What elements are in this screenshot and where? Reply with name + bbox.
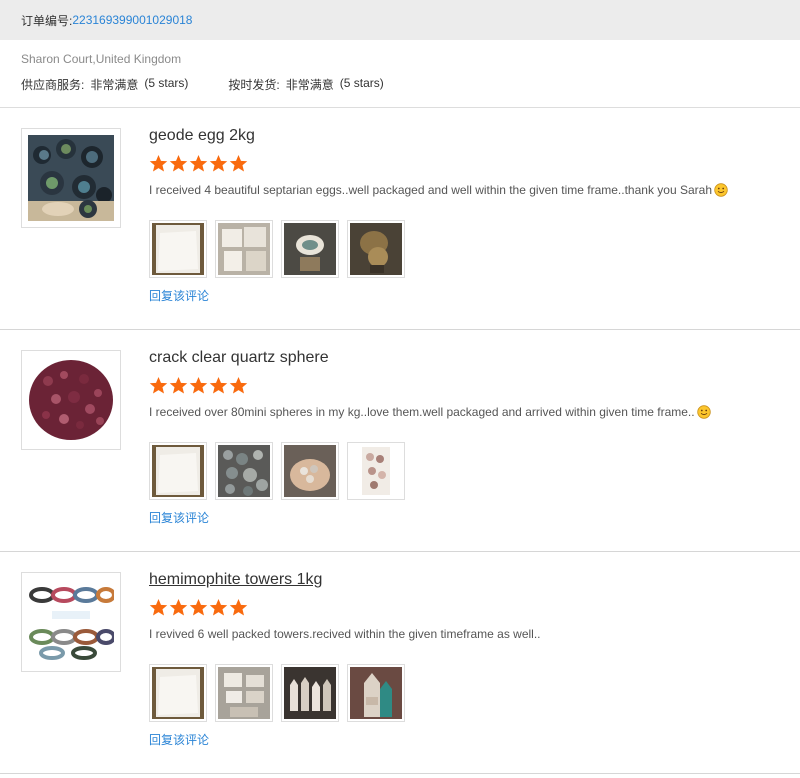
review-item: hemimophite towers 1kg I revived 6 well … xyxy=(0,552,800,774)
review-comment: I received over 80mini spheres in my kg.… xyxy=(149,404,790,420)
star-icon xyxy=(149,376,168,395)
star-icon xyxy=(189,598,208,617)
review-item: geode egg 2kg I received 4 beautiful sep… xyxy=(0,108,800,330)
star-icon xyxy=(189,154,208,173)
reply-link[interactable]: 回复该评论 xyxy=(149,288,790,304)
review-photo[interactable] xyxy=(347,220,405,278)
shipping-rating-value: 非常满意 xyxy=(285,78,334,92)
review-comment: I revived 6 well packed towers.recived w… xyxy=(149,626,790,642)
package-photo-icon xyxy=(152,667,204,719)
review-photo[interactable] xyxy=(215,220,273,278)
package-photo-icon xyxy=(152,445,204,497)
smiley-icon xyxy=(696,405,711,419)
star-icon xyxy=(169,598,188,617)
star-icon xyxy=(169,154,188,173)
shipping-rating-label: 按时发货: xyxy=(228,78,280,92)
towers-row-photo-icon xyxy=(284,667,336,719)
product-thumbnail[interactable] xyxy=(21,128,121,228)
bracelet-photo-icon xyxy=(28,579,116,665)
review-content: crack clear quartz sphere I received ove… xyxy=(149,348,790,526)
buyer-address: Sharon Court,United Kingdom xyxy=(21,52,182,66)
service-rating-stars: (5 stars) xyxy=(144,76,189,90)
service-rating: 供应商服务: 非常满意 (5 stars) xyxy=(21,76,188,93)
product-title[interactable]: crack clear quartz sphere xyxy=(149,348,790,368)
review-content: geode egg 2kg I received 4 beautiful sep… xyxy=(149,126,790,304)
wrapped-items-photo-icon xyxy=(218,223,270,275)
review-photo[interactable] xyxy=(149,220,207,278)
shipping-rating-stars: (5 stars) xyxy=(339,76,384,90)
review-photo[interactable] xyxy=(347,442,405,500)
star-icon xyxy=(209,376,228,395)
review-photo[interactable] xyxy=(281,442,339,500)
review-photos xyxy=(149,664,790,722)
review-photos xyxy=(149,220,790,278)
review-photo[interactable] xyxy=(149,442,207,500)
star-icon xyxy=(209,598,228,617)
service-rating-label: 供应商服务: xyxy=(21,78,85,92)
single-tower-photo-icon xyxy=(350,667,402,719)
star-icon xyxy=(229,154,248,173)
review-photo[interactable] xyxy=(149,664,207,722)
star-rating xyxy=(149,376,790,396)
order-header: 订单编号: 223169399001029018 xyxy=(0,0,800,40)
order-meta: Sharon Court,United Kingdom 供应商服务: 非常满意 … xyxy=(0,40,800,108)
product-thumbnail[interactable] xyxy=(21,572,121,672)
star-rating xyxy=(149,598,790,618)
review-photo[interactable] xyxy=(281,664,339,722)
order-number-label: 订单编号: xyxy=(21,13,73,28)
star-icon xyxy=(209,154,228,173)
geode-open-photo-icon xyxy=(284,223,336,275)
reply-link[interactable]: 回复该评论 xyxy=(149,732,790,748)
review-photo[interactable] xyxy=(215,442,273,500)
quartz-photo-icon xyxy=(28,357,114,443)
product-thumbnail[interactable] xyxy=(21,350,121,450)
star-icon xyxy=(229,376,248,395)
star-icon xyxy=(229,598,248,617)
review-content: hemimophite towers 1kg I revived 6 well … xyxy=(149,570,790,748)
review-comment-text: I received 4 beautiful septarian eggs..w… xyxy=(149,183,712,197)
star-icon xyxy=(169,376,188,395)
review-item: crack clear quartz sphere I received ove… xyxy=(0,330,800,552)
product-title[interactable]: hemimophite towers 1kg xyxy=(149,570,790,590)
review-photo[interactable] xyxy=(347,664,405,722)
hand-spheres-photo-icon xyxy=(284,445,336,497)
egg-stand-photo-icon xyxy=(350,223,402,275)
shipping-rating: 按时发货: 非常满意 (5 stars) xyxy=(228,76,383,93)
wrapped-towers-photo-icon xyxy=(218,667,270,719)
spheres-pile-photo-icon xyxy=(218,445,270,497)
order-number-link[interactable]: 223169399001029018 xyxy=(72,13,192,27)
geode-photo-icon xyxy=(28,135,114,221)
review-photos xyxy=(149,442,790,500)
review-comment: I received 4 beautiful septarian eggs..w… xyxy=(149,182,790,198)
service-rating-value: 非常满意 xyxy=(90,78,139,92)
review-photo[interactable] xyxy=(215,664,273,722)
star-icon xyxy=(149,598,168,617)
review-photo[interactable] xyxy=(281,220,339,278)
product-title[interactable]: geode egg 2kg xyxy=(149,126,790,146)
package-photo-icon xyxy=(152,223,204,275)
star-rating xyxy=(149,154,790,174)
star-icon xyxy=(149,154,168,173)
smiley-icon xyxy=(714,183,728,197)
review-comment-text: I received over 80mini spheres in my kg.… xyxy=(149,405,695,419)
spheres-tray-photo-icon xyxy=(350,445,402,497)
review-comment-text: I revived 6 well packed towers.recived w… xyxy=(149,627,541,641)
star-icon xyxy=(189,376,208,395)
reply-link[interactable]: 回复该评论 xyxy=(149,510,790,526)
seller-ratings: 供应商服务: 非常满意 (5 stars) 按时发货: 非常满意 (5 star… xyxy=(21,76,779,93)
